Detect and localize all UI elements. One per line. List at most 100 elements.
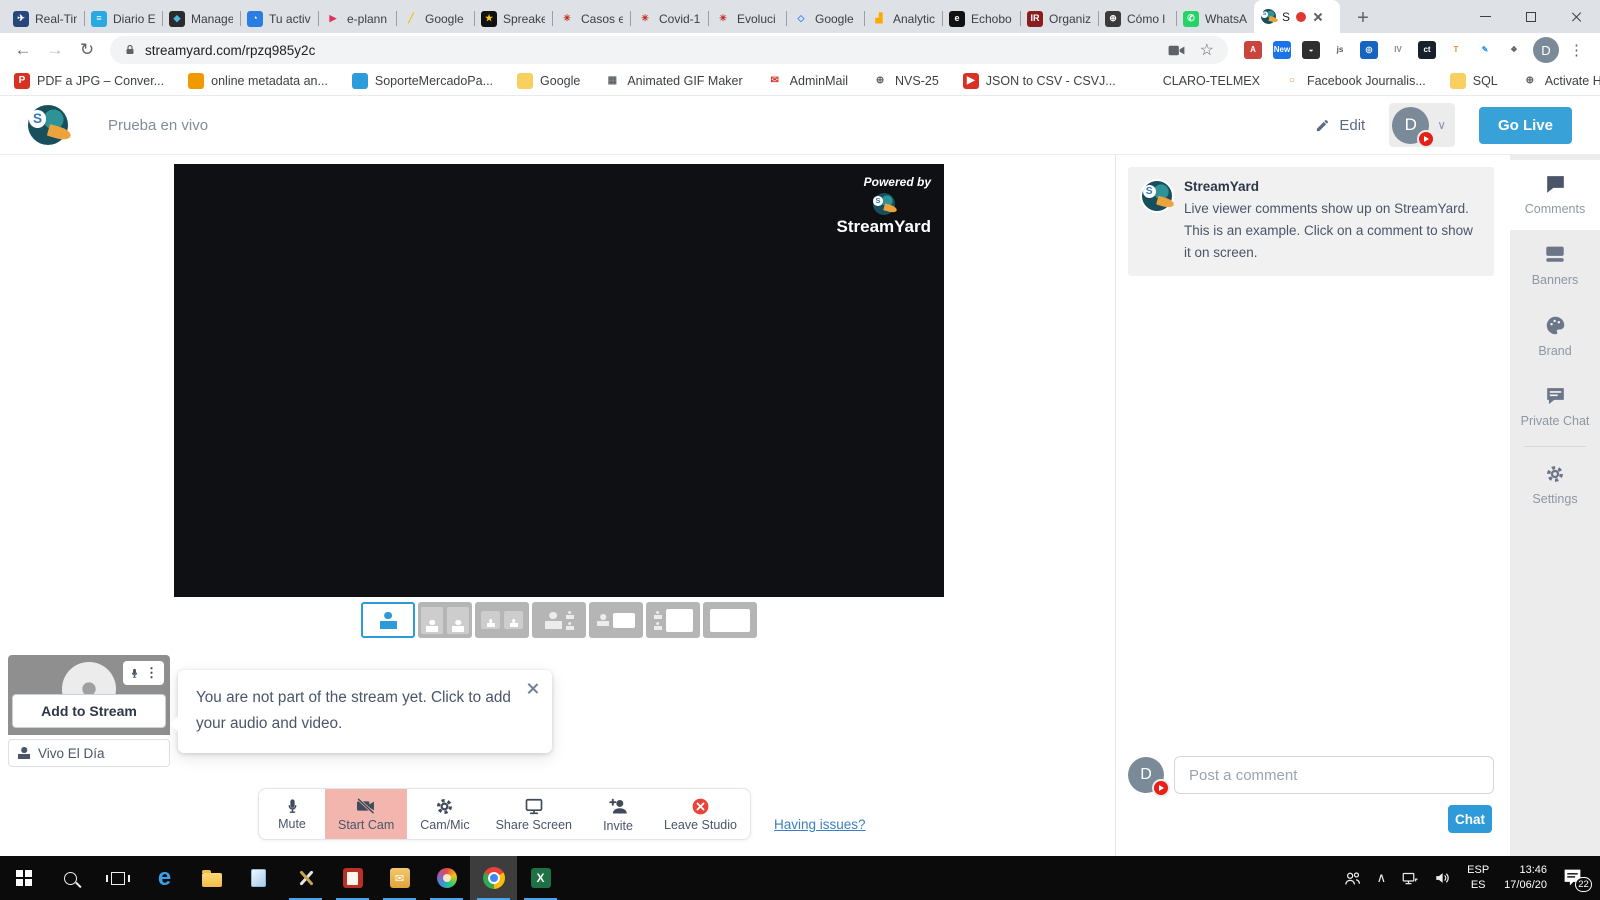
reload-button[interactable]: ↻ — [72, 40, 102, 60]
layout-spotlight-button[interactable] — [532, 602, 586, 638]
extension-icon[interactable]: A — [1244, 41, 1262, 59]
taskbar-file-explorer[interactable] — [188, 856, 235, 900]
browser-tab[interactable]: ≡ Diario E — [84, 4, 162, 33]
start-button[interactable] — [0, 856, 47, 900]
bookmark-item[interactable]: ⊕ Activate HUD — [1522, 73, 1600, 89]
back-button[interactable]: ← — [8, 40, 38, 60]
browser-tab[interactable]: e Echobo — [942, 4, 1020, 33]
volume-icon[interactable] — [1434, 869, 1452, 887]
taskbar-chrome[interactable] — [470, 856, 517, 900]
bookmark-item[interactable]: online metadata an... — [188, 73, 328, 89]
browser-tab[interactable]: ◇ Google — [786, 4, 864, 33]
people-icon[interactable] — [1343, 869, 1362, 888]
layout-screen-small-button[interactable] — [589, 602, 643, 638]
comment-item[interactable]: StreamYard Live viewer comments show up … — [1128, 167, 1494, 276]
share-screen-button[interactable]: Share Screen — [483, 789, 585, 839]
layout-screen-full-button[interactable] — [703, 602, 757, 638]
browser-tab[interactable]: IR Organiz — [1020, 4, 1098, 33]
browser-tab[interactable]: ★ Spreake — [474, 4, 552, 33]
network-icon[interactable] — [1401, 869, 1419, 887]
browser-tab-active[interactable]: S — [1254, 0, 1340, 33]
action-center-button[interactable]: 22 — [1562, 867, 1588, 889]
rail-item-brand[interactable]: Brand — [1510, 302, 1600, 372]
taskbar-outlook[interactable]: ✉ — [376, 856, 423, 900]
chat-button[interactable]: Chat — [1448, 805, 1492, 833]
bookmark-item[interactable]: Google — [517, 73, 580, 89]
more-options-icon[interactable]: ⋮ — [145, 665, 158, 681]
layout-group-button[interactable] — [475, 602, 529, 638]
taskbar-notepad[interactable] — [235, 856, 282, 900]
go-live-button[interactable]: Go Live — [1479, 107, 1572, 144]
extension-icon[interactable]: ct — [1418, 41, 1436, 59]
taskbar-tools-app[interactable] — [282, 856, 329, 900]
window-minimize-button[interactable] — [1462, 0, 1508, 33]
extension-icon[interactable]: New — [1273, 41, 1291, 59]
destination-selector[interactable]: D ∨ — [1389, 103, 1455, 147]
rail-item-comments[interactable]: Comments — [1510, 160, 1600, 230]
streamyard-logo-icon[interactable] — [28, 105, 68, 145]
extension-icon[interactable]: ◎ — [1360, 41, 1378, 59]
bookmark-star-icon[interactable]: ☆ — [1200, 40, 1214, 60]
video-camera-icon[interactable] — [1167, 41, 1186, 60]
extension-icon[interactable]: ◒ — [1302, 41, 1320, 59]
bookmark-item[interactable]: CLARO-TELMEX — [1140, 73, 1260, 89]
forward-button[interactable]: → — [40, 40, 70, 60]
browser-profile-avatar[interactable]: D — [1533, 37, 1559, 63]
bookmark-item[interactable]: ○ Facebook Journalis... — [1284, 73, 1426, 89]
taskbar-paint[interactable] — [423, 856, 470, 900]
taskbar-excel[interactable]: X — [517, 856, 564, 900]
add-to-stream-button[interactable]: Add to Stream — [12, 694, 166, 728]
browser-tab[interactable]: ✈ Real-Tim — [6, 4, 84, 33]
bookmark-item[interactable]: SQL — [1450, 73, 1498, 89]
browser-tab[interactable]: ⊕ Cómo l — [1098, 4, 1176, 33]
rail-item-settings[interactable]: Settings — [1510, 451, 1600, 520]
rail-item-banners[interactable]: Banners — [1510, 230, 1600, 301]
invite-button[interactable]: Invite — [585, 789, 651, 839]
bookmark-item[interactable]: P PDF a JPG – Conver... — [14, 73, 164, 89]
participant-preview[interactable]: ⋮ Add to Stream — [8, 655, 170, 735]
extension-icon[interactable]: ❖ — [1505, 41, 1523, 59]
mute-button[interactable]: Mute — [259, 789, 325, 839]
browser-tab[interactable]: ✳ Evoluci — [708, 4, 786, 33]
chevron-up-icon[interactable]: ∧ — [1377, 870, 1387, 886]
taskbar-search-button[interactable] — [47, 856, 94, 900]
start-cam-button[interactable]: Start Cam — [325, 789, 407, 839]
browser-tab[interactable]: ▟ Analytic — [864, 4, 942, 33]
clock[interactable]: 13:46 17/06/20 — [1504, 863, 1547, 893]
browser-tab[interactable]: ✳ Casos e — [552, 4, 630, 33]
tab-close-icon[interactable] — [1312, 12, 1322, 22]
task-view-button[interactable] — [94, 856, 141, 900]
extension-icon[interactable]: ✎ — [1476, 41, 1494, 59]
window-maximize-button[interactable] — [1508, 0, 1554, 33]
cam-mic-settings-button[interactable]: Cam/Mic — [407, 789, 482, 839]
bookmark-item[interactable]: ▶ JSON to CSV - CSVJ... — [963, 73, 1116, 89]
browser-tab[interactable]: ╱ Google — [396, 4, 474, 33]
browser-tab[interactable]: ✳ Covid-1 — [630, 4, 708, 33]
tooltip-close-icon[interactable] — [526, 682, 539, 695]
leave-studio-button[interactable]: Leave Studio — [651, 789, 750, 839]
url-text[interactable]: streamyard.com/rpzq985y2c — [145, 43, 1158, 58]
new-tab-button[interactable]: + — [1348, 3, 1378, 33]
browser-tab[interactable]: ◔ Tu activ — [240, 4, 318, 33]
taskbar-edge[interactable]: e — [141, 856, 188, 900]
layout-solo-button[interactable] — [361, 602, 415, 638]
browser-tab[interactable]: ◆ Manage — [162, 4, 240, 33]
bookmark-item[interactable]: SoporteMercadoPa... — [352, 73, 493, 89]
browser-tab[interactable]: ✆ WhatsA — [1176, 4, 1254, 33]
address-bar[interactable]: streamyard.com/rpzq985y2c ☆ — [110, 36, 1228, 64]
extension-icon[interactable]: js — [1331, 41, 1349, 59]
browser-menu-icon[interactable]: ⋮ — [1561, 41, 1592, 59]
extension-icon[interactable]: T — [1447, 41, 1465, 59]
post-comment-input[interactable] — [1174, 756, 1494, 794]
bookmark-item[interactable]: ✉ AdminMail — [767, 73, 848, 89]
window-close-button[interactable] — [1554, 0, 1600, 33]
layout-screen-sidebar-button[interactable] — [646, 602, 700, 638]
taskbar-word-app[interactable] — [329, 856, 376, 900]
having-issues-link[interactable]: Having issues? — [774, 817, 866, 832]
language-indicator[interactable]: ESP ES — [1467, 863, 1489, 893]
bookmark-item[interactable]: ▦ Animated GIF Maker — [604, 73, 742, 89]
rail-item-private-chat[interactable]: Private Chat — [1510, 372, 1600, 442]
extension-icon[interactable]: IV — [1389, 41, 1407, 59]
browser-tab[interactable]: ▶ e-plann — [318, 4, 396, 33]
edit-button[interactable]: Edit — [1315, 117, 1365, 134]
